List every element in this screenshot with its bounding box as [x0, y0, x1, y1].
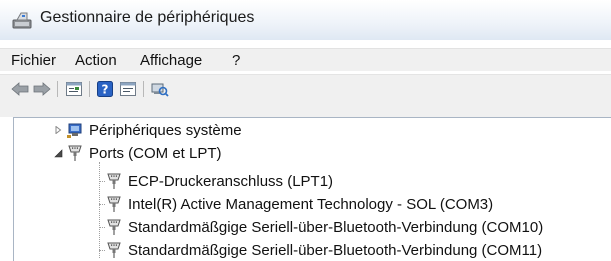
device-tree[interactable]: Périphériques système Ports (COM et LPT)…	[13, 117, 611, 261]
back-arrow-icon	[11, 82, 29, 96]
scan-hardware-icon	[151, 83, 169, 97]
tree-node-port-item[interactable]: ECP-Druckeranschluss (LPT1)	[105, 170, 333, 192]
toolbar-separator	[89, 81, 90, 97]
tree-node-label: Standardmäßgige Seriell-über-Bluetooth-V…	[128, 218, 544, 236]
toolbar-separator	[143, 81, 144, 97]
port-connector-icon	[107, 219, 121, 235]
tree-node-label: Ports (COM et LPT)	[89, 144, 222, 162]
show-hidden-button[interactable]	[118, 80, 138, 98]
tree-node-port-item[interactable]: Intel(R) Active Management Technology - …	[105, 193, 493, 215]
tree-node-label: Périphériques système	[89, 121, 242, 139]
port-connector-icon	[107, 242, 121, 258]
title-bar[interactable]: Gestionnaire de périphériques	[0, 0, 611, 40]
menu-fichier[interactable]: Fichier	[11, 52, 56, 69]
content-padding	[0, 103, 611, 117]
expand-toggle[interactable]	[53, 125, 63, 135]
toolbar: ?	[0, 74, 611, 104]
toolbar-separator	[57, 81, 58, 97]
port-connector-icon	[107, 196, 121, 212]
menu-action[interactable]: Action	[75, 52, 117, 69]
forward-arrow-icon	[33, 82, 51, 96]
back-button[interactable]	[10, 80, 30, 98]
tree-node-label: ECP-Druckeranschluss (LPT1)	[128, 172, 334, 190]
tree-node-label: Standardmäßgige Seriell-über-Bluetooth-V…	[128, 241, 543, 259]
properties-icon	[66, 82, 82, 96]
system-devices-icon	[67, 123, 82, 138]
expanded-triangle-icon	[53, 148, 62, 157]
tree-node-ports[interactable]: Ports (COM et LPT)	[66, 142, 222, 164]
menu-affichage[interactable]: Affichage	[140, 52, 202, 69]
menu-bar: Fichier Action Affichage ?	[0, 48, 611, 71]
tree-node-port-item[interactable]: Standardmäßgige Seriell-über-Bluetooth-V…	[105, 239, 542, 261]
forward-button[interactable]	[32, 80, 52, 98]
help-button[interactable]: ?	[96, 80, 114, 98]
port-connector-icon	[68, 145, 82, 161]
scan-hardware-button[interactable]	[150, 80, 170, 98]
menu-help[interactable]: ?	[232, 52, 240, 69]
port-connector-icon	[107, 173, 121, 189]
tree-node-label: Intel(R) Active Management Technology - …	[128, 195, 494, 213]
tree-node-system-devices[interactable]: Périphériques système	[66, 119, 242, 141]
help-icon: ?	[97, 81, 113, 97]
device-manager-icon	[12, 12, 32, 29]
window-title: Gestionnaire de périphériques	[40, 9, 255, 26]
show-hidden-icon	[120, 82, 136, 96]
svg-text:?: ?	[102, 83, 109, 97]
collapsed-triangle-icon	[55, 126, 62, 134]
collapse-toggle[interactable]	[53, 148, 63, 158]
properties-button[interactable]	[64, 80, 84, 98]
tree-node-port-item[interactable]: Standardmäßgige Seriell-über-Bluetooth-V…	[105, 216, 543, 238]
tree-connector	[99, 162, 100, 258]
